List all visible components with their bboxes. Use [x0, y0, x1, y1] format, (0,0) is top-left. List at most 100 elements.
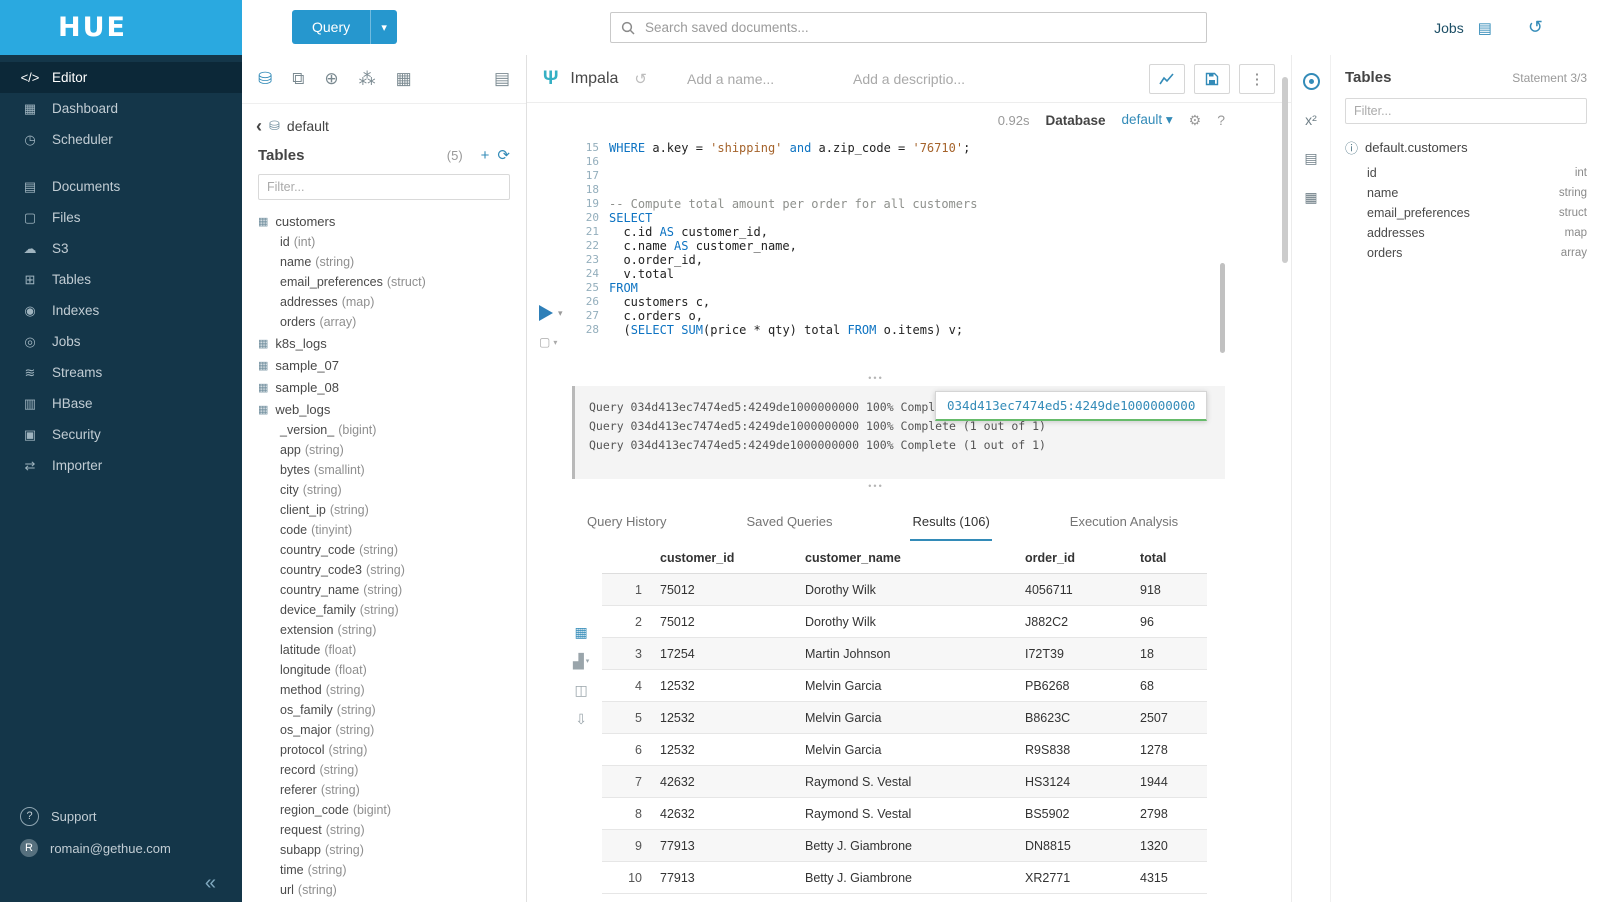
- search-input[interactable]: [643, 19, 1196, 36]
- database-source-icon[interactable]: ⛁: [258, 69, 272, 89]
- column-item[interactable]: latitude float: [242, 640, 526, 660]
- table-row[interactable]: 6 12532 Melvin Garcia R9S838 1278: [602, 734, 1207, 766]
- query-history-icon[interactable]: ↺: [634, 70, 647, 88]
- download-icon[interactable]: ⇩: [575, 712, 587, 726]
- sidebar-item[interactable]: ▥ HBase: [0, 388, 242, 419]
- functions-icon[interactable]: x²: [1305, 112, 1317, 128]
- sidebar-item[interactable]: ⇄ Importer: [0, 450, 242, 481]
- sidebar-item[interactable]: ⊞ Tables: [0, 264, 242, 295]
- breadcrumb-database[interactable]: default: [287, 118, 329, 134]
- right-column-item[interactable]: orders array: [1345, 243, 1587, 263]
- column-item[interactable]: city string: [242, 480, 526, 500]
- help-icon[interactable]: ?: [1217, 112, 1225, 128]
- resize-handle-top[interactable]: •••: [527, 373, 1225, 383]
- assist-filter-input[interactable]: [258, 174, 510, 200]
- column-item[interactable]: method string: [242, 680, 526, 700]
- column-item[interactable]: time string: [242, 860, 526, 880]
- column-item[interactable]: subapp string: [242, 840, 526, 860]
- columns-view-icon[interactable]: ◫: [575, 683, 588, 697]
- jobs-icon[interactable]: ▤: [1478, 19, 1492, 37]
- editor-scrollbar[interactable]: [1220, 263, 1225, 353]
- column-item[interactable]: longitude float: [242, 660, 526, 680]
- sidebar-item[interactable]: ◎ Jobs: [0, 326, 242, 357]
- history-icon[interactable]: ↺: [1528, 17, 1543, 38]
- table-item-k8s-logs[interactable]: ▦ k8s_logs: [242, 332, 526, 354]
- column-item[interactable]: protocol string: [242, 740, 526, 760]
- tab-execution-analysis[interactable]: Execution Analysis: [1068, 514, 1180, 541]
- user-menu[interactable]: R romain@gethue.com: [0, 832, 242, 864]
- table-item-sample-08[interactable]: ▦ sample_08: [242, 376, 526, 398]
- refresh-icon[interactable]: ⟳: [497, 146, 510, 164]
- table-row[interactable]: 7 42632 Raymond S. Vestal HS3124 1944: [602, 766, 1207, 798]
- query-id-popover[interactable]: 034d413ec7474ed5:4249de1000000000: [935, 391, 1207, 421]
- tab-saved-queries[interactable]: Saved Queries: [744, 514, 834, 541]
- column-item[interactable]: url string: [242, 880, 526, 900]
- column-item[interactable]: country_code string: [242, 540, 526, 560]
- sidebar-item[interactable]: ▢ Files: [0, 202, 242, 233]
- column-item[interactable]: os_family string: [242, 700, 526, 720]
- table-row[interactable]: 4 12532 Melvin Garcia PB6268 68: [602, 670, 1207, 702]
- tab-results[interactable]: Results (106): [910, 514, 991, 541]
- column-item[interactable]: code tinyint: [242, 520, 526, 540]
- sidebar-item[interactable]: ◉ Indexes: [0, 295, 242, 326]
- settings-gear-icon[interactable]: ⚙: [1189, 112, 1202, 129]
- support-link[interactable]: ? Support: [0, 800, 242, 832]
- execute-options-caret[interactable]: ▾: [558, 308, 563, 319]
- column-item[interactable]: id int: [242, 232, 526, 252]
- column-item[interactable]: addresses map: [242, 292, 526, 312]
- sidebar-item[interactable]: ≋ Streams: [0, 357, 242, 388]
- resize-handle-bottom[interactable]: •••: [527, 481, 1225, 491]
- collections-bag-icon[interactable]: ▤: [494, 69, 510, 89]
- documents-source-icon[interactable]: ⧉: [292, 69, 304, 89]
- query-description-input[interactable]: [851, 70, 975, 88]
- right-filter-input[interactable]: [1345, 98, 1587, 124]
- table-item-sample-07[interactable]: ▦ sample_07: [242, 354, 526, 376]
- query-name-input[interactable]: [685, 70, 839, 88]
- chart-button[interactable]: [1149, 64, 1185, 94]
- column-item[interactable]: region_code bigint: [242, 800, 526, 820]
- hue-logo[interactable]: HUE: [0, 0, 242, 55]
- right-column-item[interactable]: name string: [1345, 183, 1587, 203]
- execute-button[interactable]: ▾: [539, 305, 563, 321]
- table-item-web-logs[interactable]: ▦ web_logs: [242, 398, 526, 420]
- column-header[interactable]: total: [1140, 551, 1207, 565]
- column-header[interactable]: customer_name: [805, 551, 1025, 565]
- sidebar-collapse-button[interactable]: «: [0, 864, 242, 902]
- schedule-icon[interactable]: ▦: [1304, 189, 1317, 206]
- sidebar-item[interactable]: ◷ Scheduler: [0, 124, 242, 155]
- column-item[interactable]: _version_ bigint: [242, 420, 526, 440]
- sidebar-item[interactable]: ☁ S3: [0, 233, 242, 264]
- table-row[interactable]: 5 12532 Melvin Garcia B8623C 2507: [602, 702, 1207, 734]
- right-column-item[interactable]: addresses map: [1345, 223, 1587, 243]
- column-item[interactable]: orders array: [242, 312, 526, 332]
- table-row[interactable]: 1 75012 Dorothy Wilk 4056711 918: [602, 574, 1207, 606]
- column-header[interactable]: order_id: [1025, 551, 1140, 565]
- column-item[interactable]: extension string: [242, 620, 526, 640]
- language-docs-icon[interactable]: ▤: [1304, 150, 1317, 167]
- sidebar-item[interactable]: ▦ Dashboard: [0, 93, 242, 124]
- table-item-customers[interactable]: ▦ customers: [242, 210, 526, 232]
- column-item[interactable]: referer string: [242, 780, 526, 800]
- main-scrollbar[interactable]: [1282, 77, 1288, 263]
- column-item[interactable]: country_code3 string: [242, 560, 526, 580]
- info-icon[interactable]: ⓘ: [1345, 138, 1358, 157]
- new-query-caret[interactable]: ▾: [370, 10, 397, 44]
- table-row[interactable]: 3 17254 Martin Johnson I72T39 18: [602, 638, 1207, 670]
- apps-grid-icon[interactable]: ▦: [396, 69, 412, 89]
- sidebar-item[interactable]: </> Editor: [0, 62, 242, 93]
- right-column-item[interactable]: email_preferences struct: [1345, 203, 1587, 223]
- add-table-icon[interactable]: +: [481, 147, 490, 164]
- new-query-button[interactable]: Query ▾: [292, 10, 397, 44]
- quick-query-icon[interactable]: [1303, 73, 1320, 90]
- save-button[interactable]: [1194, 64, 1230, 94]
- code-editor[interactable]: 15WHERE a.key = 'shipping' and a.zip_cod…: [527, 141, 1225, 341]
- column-item[interactable]: client_ip string: [242, 500, 526, 520]
- column-header[interactable]: customer_id: [660, 551, 805, 565]
- grid-view-icon[interactable]: ▦: [575, 625, 588, 639]
- active-table-ref[interactable]: ⓘ default.customers: [1345, 138, 1587, 157]
- tab-query-history[interactable]: Query History: [585, 514, 668, 541]
- zoom-in-icon[interactable]: ⊕: [324, 69, 338, 89]
- back-chevron-icon[interactable]: ‹: [256, 120, 262, 132]
- column-item[interactable]: record string: [242, 760, 526, 780]
- database-select[interactable]: default ▾: [1122, 112, 1173, 128]
